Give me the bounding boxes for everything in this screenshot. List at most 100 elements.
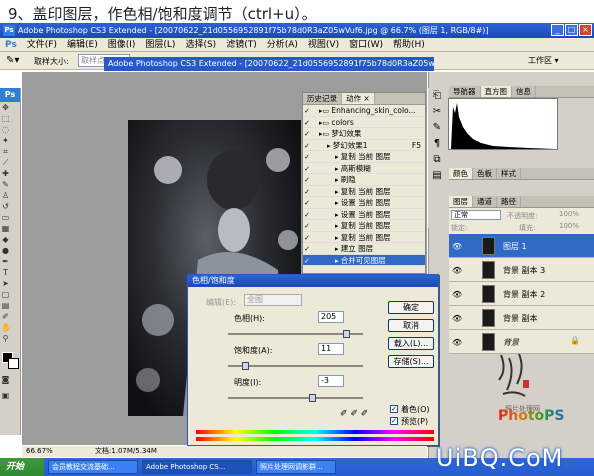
action-row[interactable]: ✓ ▸ 高斯模糊 (303, 163, 425, 174)
type-tool-icon[interactable]: T (1, 268, 10, 277)
slice-tool-icon[interactable]: ⟋ (1, 158, 10, 167)
healing-tool-icon[interactable]: ✚ (1, 169, 10, 178)
eye-icon[interactable]: 👁 (452, 290, 462, 299)
saturation-slider-thumb[interactable] (241, 362, 249, 370)
shape-tool-icon[interactable]: ▢ (1, 290, 10, 299)
history-icon[interactable]: ⎗ (428, 88, 446, 104)
load-button[interactable]: 载入(L)... (388, 337, 434, 350)
action-row[interactable]: ✓ ▸ 梦幻效果1 F5 (303, 140, 425, 151)
menu-help[interactable]: 帮助(H) (388, 38, 430, 52)
taskbar-item-photo-group[interactable]: 照片处理网调影群... (256, 460, 336, 474)
menu-analysis[interactable]: 分析(A) (262, 38, 303, 52)
tab-channels[interactable]: 通道 (473, 196, 497, 207)
action-row[interactable]: ✓ ▸ 建立 图层 (303, 243, 425, 255)
folder-icon[interactable]: ▸▭ (319, 130, 331, 138)
brush-panel-icon[interactable]: ✎ (428, 120, 446, 136)
crop-tool-icon[interactable]: ⌗ (1, 147, 10, 156)
hue-slider-track[interactable] (228, 330, 363, 338)
taskbar-item-forum[interactable]: 会员教程交流基础... (48, 460, 138, 474)
lightness-field[interactable]: -3 (318, 375, 344, 387)
folder-icon[interactable]: ▸▭ (319, 119, 331, 127)
tab-color[interactable]: 颜色 (449, 168, 473, 179)
close-button[interactable]: × (579, 24, 592, 36)
eraser-tool-icon[interactable]: ▭ (1, 213, 10, 222)
colorize-checkbox[interactable]: ✓ (390, 405, 398, 413)
fill-value[interactable]: 100% (559, 222, 579, 230)
eyedropper-icons[interactable]: ✐ ✐ ✐ (340, 409, 368, 419)
folder-icon[interactable]: ▸▭ (319, 107, 331, 115)
action-row[interactable]: ✓ ▸▭ Enhancing_skin_colo... (303, 105, 425, 117)
minimize-button[interactable]: _ (551, 24, 564, 36)
start-button[interactable]: 开始 (0, 458, 44, 476)
action-row[interactable]: ✓ ▸ 刷隐 (303, 174, 425, 186)
action-row[interactable]: ✓ ▸ 复制 当前 图层 (303, 151, 425, 163)
action-row[interactable]: ✓ ▸ 复制 当前 图层 (303, 232, 425, 243)
paragraph-icon[interactable]: ¶ (428, 136, 446, 152)
hand-tool-icon[interactable]: ✋ (1, 323, 11, 332)
action-row[interactable]: ✓ ▸ 设置 当前 图层 (303, 197, 425, 209)
move-tool-icon[interactable]: ✥ (1, 103, 10, 112)
notes-tool-icon[interactable]: ▤ (1, 301, 10, 310)
zoom-tool-icon[interactable]: ⚲ (1, 334, 10, 343)
tab-info[interactable]: 信息 (512, 86, 536, 97)
lightness-slider-track[interactable] (228, 394, 363, 402)
layer-row[interactable]: 👁 图层 1 (449, 234, 594, 258)
action-row[interactable]: ✓ ▸ 合并可见图层 (303, 254, 425, 268)
hue-field[interactable]: 205 (318, 311, 344, 323)
cancel-button[interactable]: 取消 (388, 319, 434, 332)
screen-mode-icon[interactable]: ▣ (1, 391, 10, 400)
hue-slider-thumb[interactable] (342, 330, 350, 338)
blend-mode-select[interactable]: 正常 (451, 210, 501, 220)
lasso-tool-icon[interactable]: ◌ (1, 125, 10, 134)
menu-file[interactable]: 文件(F) (22, 38, 62, 52)
tab-styles[interactable]: 样式 (497, 168, 521, 179)
doc-size[interactable]: 文档:1.07M/5.34M (95, 447, 157, 455)
action-row[interactable]: ✓ ▸ 复制 当前 图层 (303, 220, 425, 232)
tab-histogram[interactable]: 直方图 (480, 86, 512, 97)
action-row[interactable]: ✓ ▸▭ colors (303, 117, 425, 128)
action-row[interactable]: ✓ ▸ 复制 当前 图层 (303, 186, 425, 197)
tab-navigator[interactable]: 导航器 (449, 86, 481, 97)
layer-comps-icon[interactable]: ▤ (428, 168, 446, 184)
eye-icon[interactable]: 👁 (452, 338, 462, 347)
workspace-button[interactable]: 工作区 ▾ (528, 55, 559, 66)
clone-icon[interactable]: ⧉ (428, 152, 446, 168)
save-button[interactable]: 存储(S)... (388, 355, 434, 368)
menu-filter[interactable]: 滤镜(T) (221, 38, 262, 52)
saturation-field[interactable]: 11 (318, 343, 344, 355)
magic-wand-icon[interactable]: ✦ (1, 136, 10, 145)
tab-swatches[interactable]: 色板 (473, 168, 497, 179)
blur-tool-icon[interactable]: ◆ (1, 235, 10, 244)
menu-window[interactable]: 窗口(W) (344, 38, 388, 52)
zoom-level[interactable]: 66.67% (26, 447, 53, 455)
menu-edit[interactable]: 编辑(E) (62, 38, 103, 52)
background-color-swatch[interactable] (8, 358, 19, 369)
menu-select[interactable]: 选择(S) (180, 38, 221, 52)
gradient-tool-icon[interactable]: ▦ (1, 224, 10, 233)
menu-view[interactable]: 视图(V) (303, 38, 344, 52)
action-check-icon[interactable]: ✓ (303, 256, 311, 268)
menu-ps-icon[interactable]: Ps (0, 38, 22, 52)
saturation-slider-track[interactable] (228, 362, 363, 370)
tab-layers[interactable]: 图层 (449, 196, 473, 207)
tools-icon[interactable]: ✂ (428, 104, 446, 120)
pen-tool-icon[interactable]: ✒ (1, 257, 10, 266)
menu-layer[interactable]: 图层(L) (140, 38, 180, 52)
layer-row[interactable]: 👁 背景 副本 (449, 306, 594, 330)
action-row[interactable]: ✓ ▸▭ 梦幻效果 (303, 128, 425, 140)
menu-image[interactable]: 图像(I) (103, 38, 141, 52)
layer-row[interactable]: 👁 背景 副本 3 (449, 258, 594, 282)
opacity-value[interactable]: 100% (559, 210, 579, 218)
eye-icon[interactable]: 👁 (452, 314, 462, 323)
eyedropper-icon[interactable]: ✐ (1, 312, 10, 321)
eye-icon[interactable]: 👁 (452, 242, 462, 251)
marquee-tool-icon[interactable]: ⬚ (1, 114, 10, 123)
layer-row[interactable]: 👁 背景 副本 2 (449, 282, 594, 306)
stamp-tool-icon[interactable]: ♙ (1, 191, 10, 200)
preview-checkbox[interactable]: ✓ (390, 417, 398, 425)
path-select-icon[interactable]: ➤ (1, 279, 10, 288)
lightness-slider-thumb[interactable] (309, 394, 316, 402)
history-brush-icon[interactable]: ↺ (1, 202, 10, 211)
edit-select[interactable]: 全图 (244, 294, 302, 306)
action-row[interactable]: ✓ ▸ 设置 当前 图层 (303, 209, 425, 220)
